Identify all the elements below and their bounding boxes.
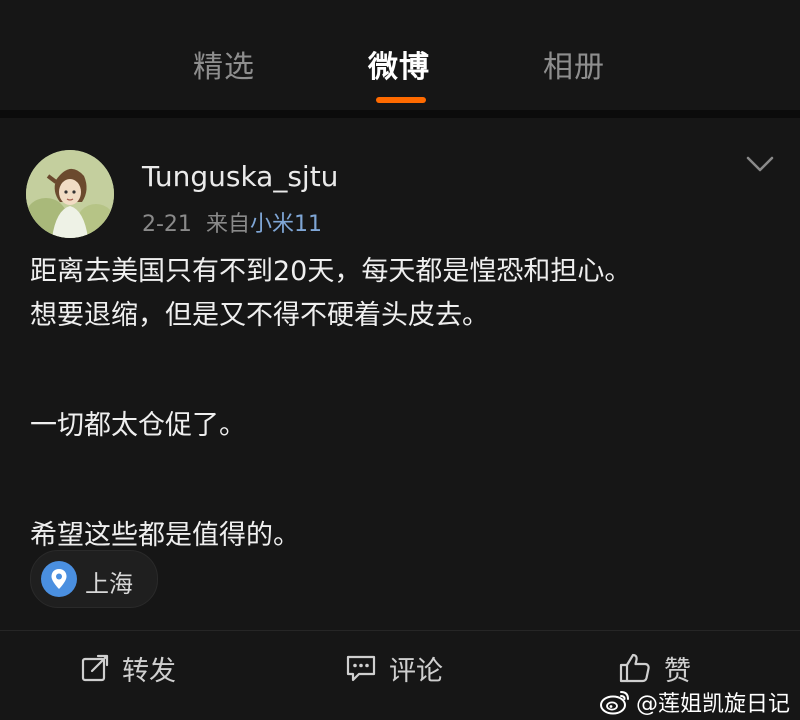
repost-button[interactable]: 转发	[80, 648, 176, 688]
action-divider	[0, 630, 800, 631]
thumbs-up-icon	[619, 653, 650, 683]
avatar-illustration	[26, 150, 114, 238]
comment-icon	[346, 655, 376, 682]
post-text-line: 希望这些都是值得的。	[30, 520, 300, 551]
tab-weibo[interactable]: 微博	[368, 42, 430, 86]
post-content: 距离去美国只有不到20天，每天都是惶恐和担心。 想要退缩，但是又不得不硬着头皮去…	[30, 250, 780, 558]
avatar[interactable]	[26, 150, 114, 238]
like-button[interactable]: 赞	[618, 648, 691, 688]
tab-album[interactable]: 相册	[543, 42, 605, 86]
repost-label: 转发	[122, 655, 176, 687]
weibo-post-screen: 精选 微博 相册 Tunguska_sjtu 2-21 来自小米11 距离去美国…	[0, 0, 800, 720]
comment-button[interactable]: 评论	[345, 648, 443, 688]
post-text-line: 想要退缩，但是又不得不硬着头皮去。	[30, 300, 489, 331]
location-pin-icon	[41, 561, 77, 597]
weibo-logo-icon	[599, 691, 629, 715]
device-link[interactable]: 小米11	[250, 212, 322, 237]
source-prefix: 来自	[205, 212, 250, 237]
top-tab-bar: 精选 微博 相册	[0, 0, 800, 110]
active-tab-indicator	[376, 97, 426, 103]
section-divider	[0, 110, 800, 118]
post-date: 2-21	[142, 212, 192, 237]
repost-icon	[81, 654, 109, 682]
watermark-text: @莲姐凯旋日记	[635, 692, 790, 717]
comment-label: 评论	[389, 655, 443, 687]
post-text-line: 距离去美国只有不到20天，每天都是惶恐和担心。	[30, 256, 632, 287]
username[interactable]: Tunguska_sjtu	[142, 160, 338, 193]
location-label: 上海	[85, 570, 133, 598]
location-tag[interactable]: 上海	[30, 550, 158, 608]
chevron-down-icon[interactable]	[742, 152, 778, 176]
post-meta: 2-21 来自小米11	[142, 206, 322, 238]
post-text-line: 一切都太仓促了。	[30, 410, 246, 441]
watermark: @莲姐凯旋日记	[599, 686, 790, 718]
tab-featured[interactable]: 精选	[193, 42, 255, 86]
post-card: Tunguska_sjtu 2-21 来自小米11 距离去美国只有不到20天，每…	[0, 118, 800, 720]
like-label: 赞	[664, 655, 691, 687]
